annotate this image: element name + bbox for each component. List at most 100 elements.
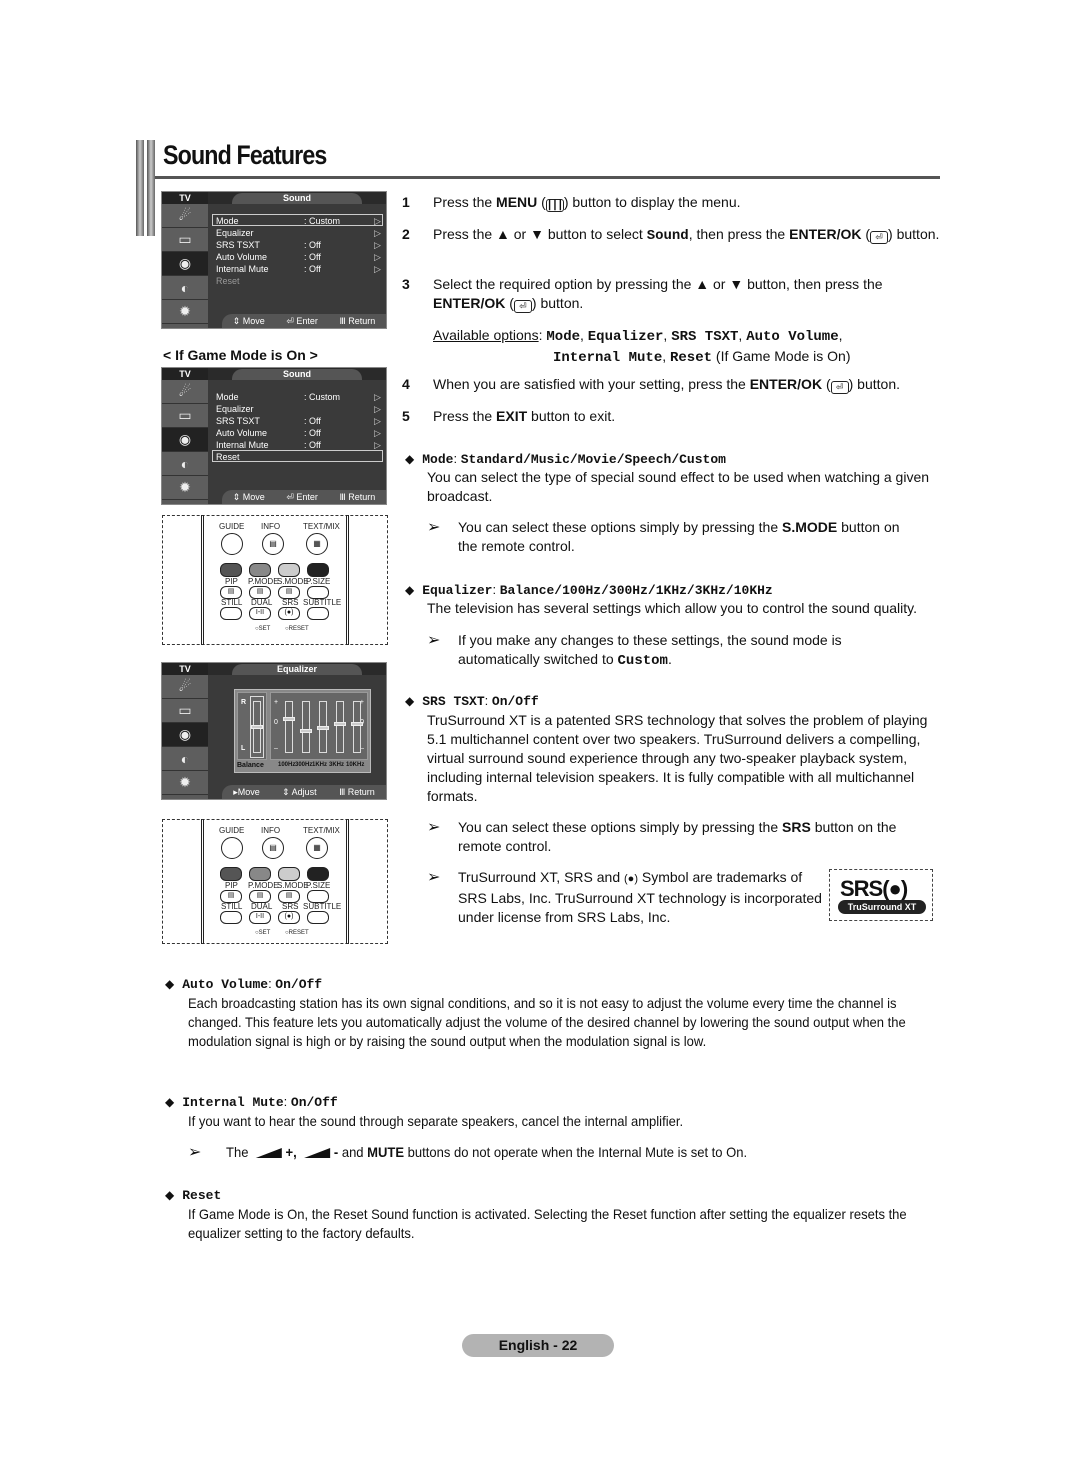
menu-item-srs-tsxt[interactable]: SRS TSXT : Off ▷ [212,238,383,250]
footer-return: Ⅲ Return [339,315,376,326]
tv-tab: TV [162,368,208,380]
setup-icon: ✹ [162,300,208,324]
menu-item-reset[interactable]: Reset [212,274,383,286]
band-slider-knob[interactable] [351,722,363,727]
yellow-color-button[interactable] [278,867,300,881]
subtitle-button[interactable] [307,607,329,620]
menu-item-reset[interactable]: Reset [212,450,383,462]
srs-logo-text: SRS(●) [840,876,908,901]
green-color-button[interactable] [249,563,271,577]
menu-rows: Mode : Custom ▷ Equalizer ▷ SRS TSXT : O… [212,390,383,462]
text-mix-button[interactable]: ▦ [306,837,328,859]
note-arrow-icon: ➢ [427,519,441,536]
band-label: 300Hz [295,762,313,768]
reset-button[interactable]: ○RESET [285,930,309,936]
balance-slider-knob[interactable] [251,725,263,729]
red-color-button[interactable] [220,563,242,577]
info-button[interactable]: ▤ [262,533,284,555]
osd-icon-column: ☄ ▭ ◉ ◐ ✹ [162,675,208,799]
remote-control-smode: GUIDE INFO TEXT/MIX ▤ ▦ PIP P.MODE S.MOD… [162,515,388,645]
footer-adjust: ⇕ Adjust [282,786,317,797]
footer-enter: ⏎ Enter [286,315,318,326]
band-slider-knob[interactable] [283,717,295,722]
section-mode-desc: You can select the type of special sound… [427,469,930,504]
balance-box: R L [237,692,267,760]
yellow-color-button[interactable] [278,563,300,577]
chevron-right-icon: ▷ [374,252,381,262]
footer-enter: ⏎ Enter [286,491,318,502]
title-divider [155,176,940,179]
note-arrow-icon: ➢ [427,819,441,836]
menu-item-internal-mute[interactable]: Internal Mute : Off ▷ [212,262,383,274]
picture-icon: ☄ [162,380,208,404]
band-slider-knob[interactable] [334,722,346,727]
tv-tab: TV [162,663,208,675]
blue-color-button[interactable] [307,867,329,881]
still-button[interactable] [220,607,242,620]
trusurround-logo-text: TruSurround XT [838,900,926,914]
green-color-button[interactable] [249,867,271,881]
srs-button[interactable]: (●) [278,607,300,620]
section-reset-desc: If Game Mode is On, the Reset Sound func… [188,1206,907,1241]
section-internal-mute-desc: If you want to hear the sound through se… [188,1113,684,1129]
chevron-right-icon [374,275,382,285]
set-button[interactable]: ○SET [255,626,270,632]
screen-icon: ▭ [162,404,208,428]
menu-item-mode[interactable]: Mode : Custom ▷ [212,214,383,226]
guide-button[interactable] [221,837,243,859]
band-slider-track[interactable] [302,701,310,753]
dual-button[interactable]: I-II [249,607,271,620]
dual-button[interactable]: I-II [249,911,271,924]
band-slider-track[interactable] [285,701,293,753]
band-slider-knob[interactable] [300,728,312,733]
section-mode-note: ➢ You can select these options simply by… [427,519,900,554]
remote-control-srs: GUIDE INFO TEXT/MIX ▤ ▦ PIP P.MODE S.MOD… [162,819,388,944]
band-slider-track[interactable] [353,701,361,753]
info-button[interactable]: ▤ [262,837,284,859]
menu-item-auto-volume[interactable]: Auto Volume : Off ▷ [212,250,383,262]
band-labels: 100Hz 300Hz 1KHz 3KHz 10KHz [270,762,368,772]
osd-icon-column: ☄ ▭ ◉ ◐ ✹ [162,204,208,328]
text-mix-button[interactable]: ▦ [306,533,328,555]
band-slider-knob[interactable] [317,726,329,731]
osd-footer: ⇕ Move ⏎ Enter Ⅲ Return [222,490,386,504]
screen-icon: ▭ [162,228,208,252]
picture-icon: ☄ [162,675,208,699]
menu-item-mode[interactable]: Mode : Custom ▷ [212,390,383,402]
section-srs-desc: TruSurround XT is a patented SRS technol… [427,712,928,804]
enter-icon: ⏎ [870,231,889,244]
red-color-button[interactable] [220,867,242,881]
menu-item-internal-mute[interactable]: Internal Mute : Off ▷ [212,438,383,450]
balance-bottom-mark: L [241,745,246,752]
menu-header: Sound [232,369,362,380]
section-srs-note1: ➢ You can select these options simply by… [427,819,897,854]
footer-return: Ⅲ Return [339,491,376,502]
section-equalizer-note: ➢ If you make any changes to these setti… [427,632,842,669]
option-name: Reset [670,350,713,366]
chevron-right-icon: ▷ [374,264,381,274]
sound-icon: ◉ [162,252,208,276]
section-srs-note2: ➢ TruSurround XT, SRS and (●) Symbol are… [427,869,822,925]
header-decoration [136,140,156,236]
band-label: 1KHz [312,762,328,768]
reset-button[interactable]: ○RESET [285,626,309,632]
diamond-bullet-icon: ◆ [165,1095,175,1109]
set-button[interactable]: ○SET [255,930,270,936]
menu-item-equalizer[interactable]: Equalizer ▷ [212,402,383,414]
osd-sound-menu: TV Sound ☄ ▭ ◉ ◐ ✹ Mode : Custom ▷ Equal… [161,191,387,329]
available-options: Available options: Mode, Equalizer, SRS … [433,327,851,366]
menu-item-equalizer[interactable]: Equalizer ▷ [212,226,383,238]
menu-item-auto-volume[interactable]: Auto Volume : Off ▷ [212,426,383,438]
balance-label: Balance [237,762,264,769]
option-name: SRS TSXT [671,329,739,345]
diamond-bullet-icon: ◆ [405,694,415,708]
section-reset-heading: ◆ Reset [165,1188,222,1203]
guide-button[interactable] [221,533,243,555]
band-slider-track[interactable] [336,701,344,753]
chevron-right-icon: ▷ [374,240,381,250]
chevron-right-icon: ▷ [374,216,381,226]
picture-icon: ☄ [162,204,208,228]
osd-footer: ▸Move ⇕ Adjust Ⅲ Return [222,785,386,799]
menu-item-srs-tsxt[interactable]: SRS TSXT : Off ▷ [212,414,383,426]
still-button[interactable] [220,911,242,924]
